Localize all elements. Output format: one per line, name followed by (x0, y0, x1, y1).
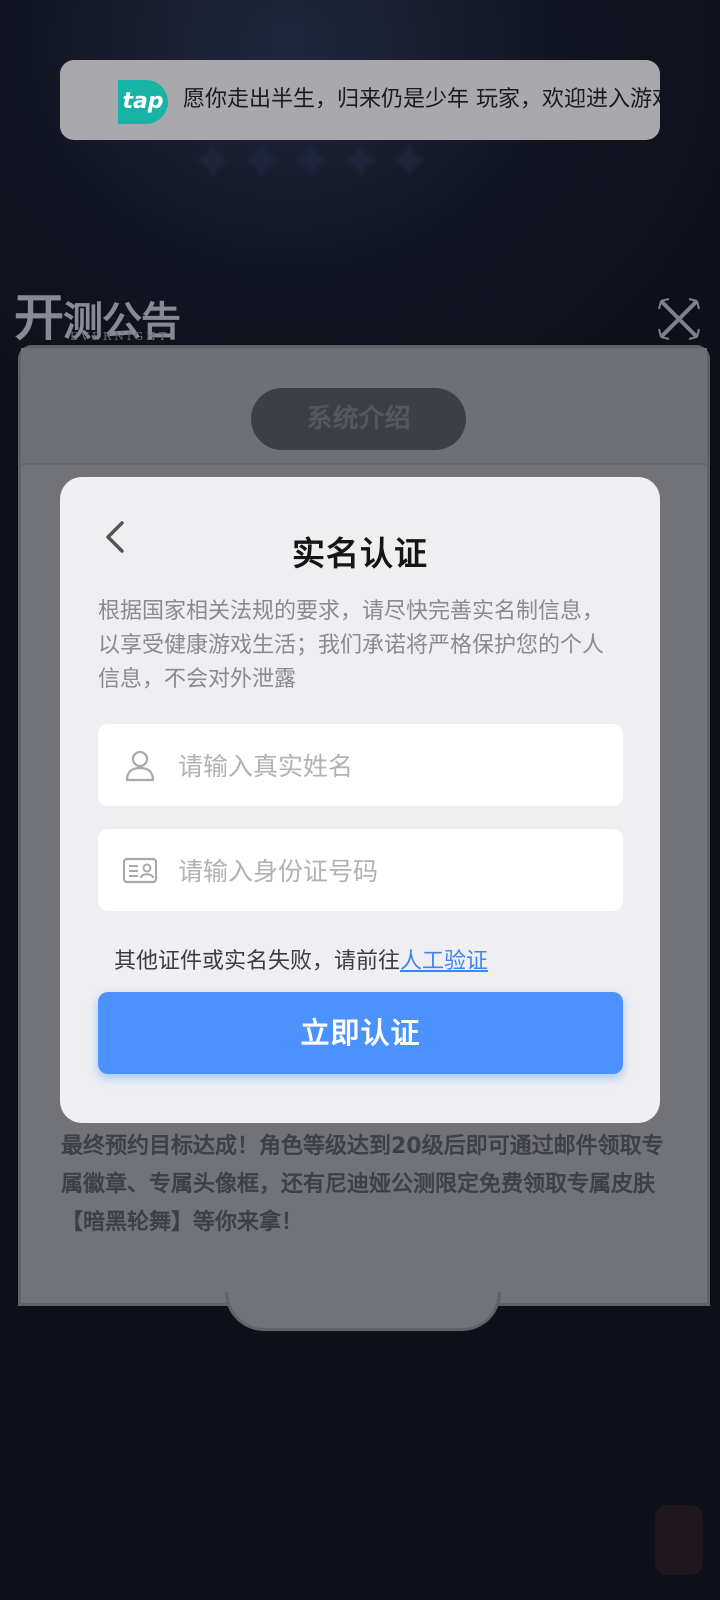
person-icon (122, 747, 158, 783)
taptap-logo-text: tap (122, 89, 164, 114)
real-name-dialog: 实名认证 根据国家相关法规的要求，请尽快完善实名制信息，以享受健康游戏生活；我们… (60, 477, 660, 1123)
taptap-logo: tap (118, 80, 168, 124)
id-number-input[interactable] (176, 829, 610, 913)
welcome-toast: tap 愿你走出半生，归来仍是少年 玩家，欢迎进入游戏 (60, 60, 660, 140)
dialog-description: 根据国家相关法规的要求，请尽快完善实名制信息，以享受健康游戏生活；我们承诺将严格… (98, 599, 605, 692)
id-card-icon (122, 852, 158, 888)
toast-message: 愿你走出半生，归来仍是少年 玩家，欢迎进入游戏 (183, 87, 660, 112)
alternative-verification-text: 其他证件或实名失败，请前往 (114, 949, 401, 974)
manual-verification-link[interactable]: 人工验证 (400, 949, 488, 974)
dialog-title: 实名认证 (292, 534, 428, 573)
name-field[interactable] (98, 724, 623, 808)
name-input[interactable] (176, 724, 610, 808)
verify-now-button[interactable]: 立即认证 (98, 992, 623, 1074)
alternative-verification-line: 其他证件或实名失败，请前往人工验证 (114, 943, 488, 975)
id-number-field[interactable] (98, 829, 623, 913)
